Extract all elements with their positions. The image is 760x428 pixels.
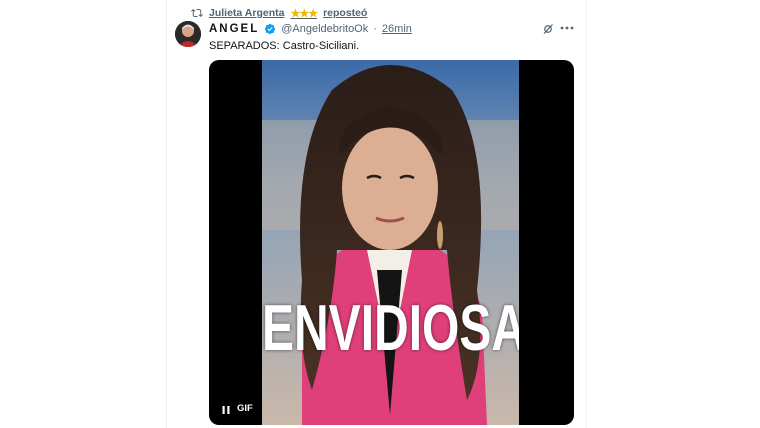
tweet-gif-media[interactable]: ENVIDIOSA GIF — [209, 60, 574, 425]
pause-icon[interactable] — [221, 405, 231, 415]
grok-icon[interactable] — [542, 23, 554, 35]
tweet-time[interactable]: 26min — [382, 23, 412, 35]
gif-frame: ENVIDIOSA — [262, 60, 519, 425]
verified-badge-icon — [265, 23, 276, 35]
repost-context: Julieta Argenta ★★★ reposteó — [191, 6, 367, 20]
author-handle[interactable]: @AngeldebritoOk — [281, 23, 368, 35]
more-dots-glyph — [560, 26, 574, 30]
gif-portrait-image — [262, 60, 519, 425]
gif-caption: ENVIDIOSA — [262, 293, 519, 365]
reposter-name[interactable]: Julieta Argenta — [209, 7, 284, 19]
tweet-header: ANGEL @AngeldebritoOk · 26min — [209, 22, 412, 36]
author-display-name[interactable]: ANGEL — [209, 23, 259, 35]
repost-verb: reposteó — [323, 7, 368, 19]
avatar-image — [175, 21, 201, 47]
gif-badge: GIF — [237, 403, 253, 414]
tweet-card[interactable]: Julieta Argenta ★★★ reposteó ANGEL @Ange… — [166, 0, 587, 428]
header-separator: · — [373, 23, 377, 35]
reposter-stars: ★★★ — [290, 7, 318, 20]
tweet-text: SEPARADOS: Castro-Siciliani. — [209, 40, 360, 52]
repost-icon — [191, 8, 203, 18]
avatar[interactable] — [175, 21, 201, 47]
more-icon[interactable] — [559, 22, 575, 34]
